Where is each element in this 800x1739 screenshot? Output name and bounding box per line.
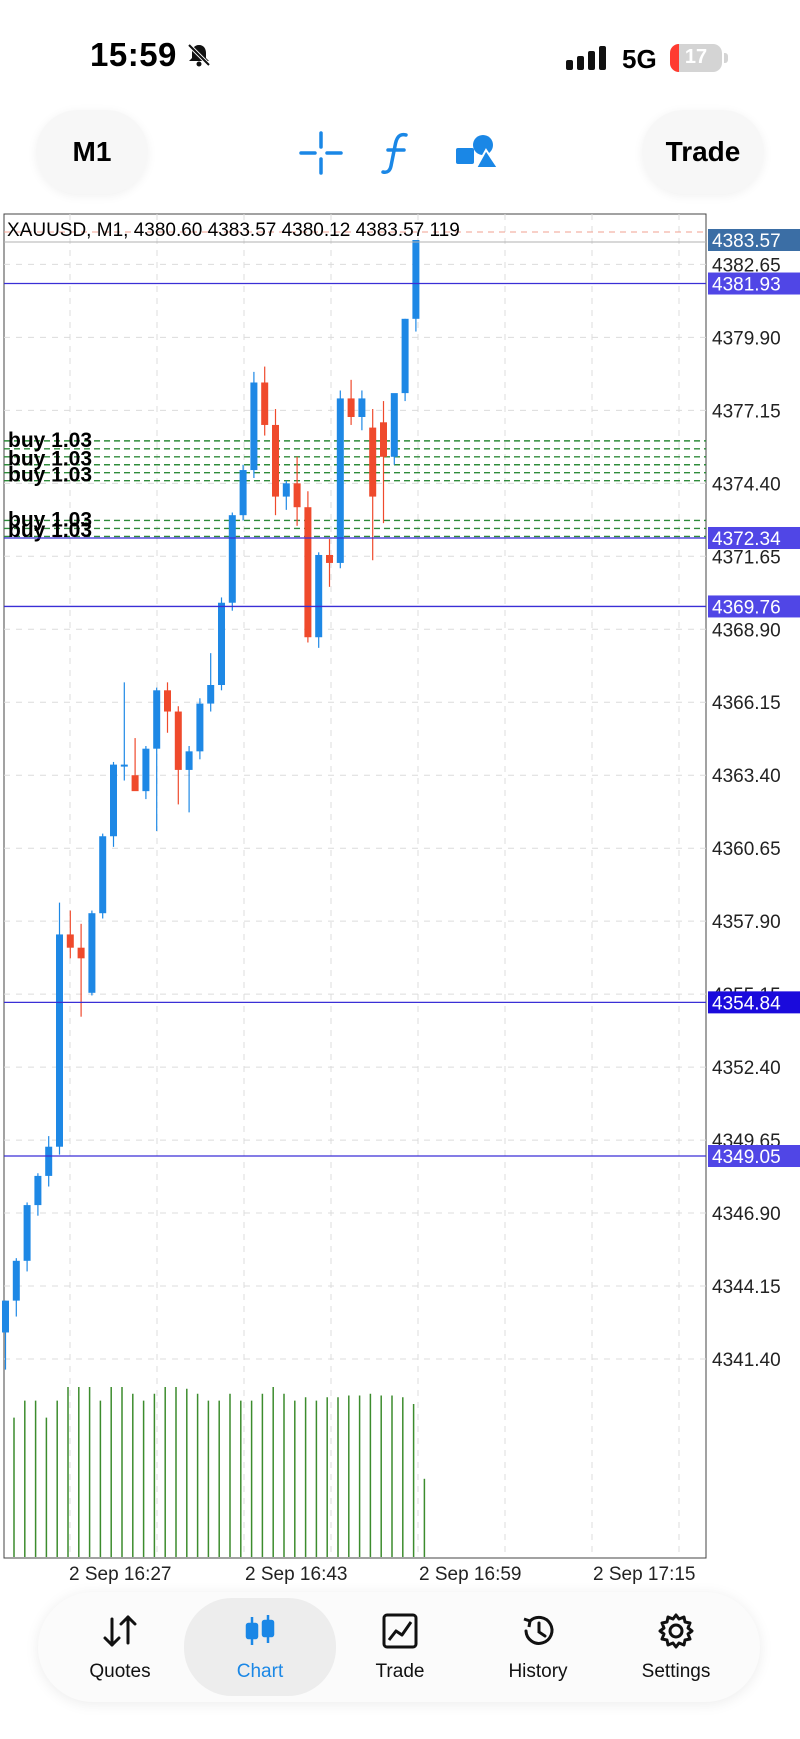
- price-tick-label: 4368.90: [712, 620, 781, 641]
- nav-trade-label: Trade: [375, 1661, 425, 1682]
- candle: [358, 398, 366, 417]
- battery-tip: [724, 53, 728, 63]
- function-icon[interactable]: [374, 128, 424, 178]
- candle: [282, 483, 290, 497]
- candle: [142, 748, 150, 792]
- nav-trade[interactable]: Trade: [330, 1592, 470, 1702]
- candle: [250, 382, 258, 471]
- candle: [174, 711, 182, 770]
- objects-icon[interactable]: [452, 128, 502, 178]
- candle: [261, 382, 269, 425]
- history-icon: [523, 1615, 554, 1645]
- candle: [207, 684, 215, 704]
- nav-quotes-label: Quotes: [89, 1661, 151, 1682]
- bottom-navigation: Quotes Chart Trade History Settings: [38, 1592, 760, 1702]
- muted-bell-icon: [187, 43, 211, 67]
- crosshair-icon[interactable]: [296, 128, 346, 178]
- candle: [347, 398, 355, 417]
- cellular-signal-icon: [566, 46, 606, 70]
- candle: [12, 1260, 20, 1301]
- candle: [315, 554, 323, 638]
- candle: [110, 764, 117, 837]
- time-tick-label: 2 Sep 16:59: [419, 1564, 521, 1585]
- candle: [164, 690, 171, 712]
- candle: [239, 470, 247, 516]
- nav-chart-label: Chart: [236, 1661, 284, 1682]
- price-chart[interactable]: buy 1.03 buy 1.03 buy 1.03 buy 1.03 buy 1.03…: [0, 210, 800, 1590]
- candle: [153, 690, 161, 749]
- gear-icon: [658, 1613, 694, 1649]
- price-tick-label: 4346.90: [712, 1204, 781, 1225]
- candle: [293, 483, 301, 508]
- price-tick-label: 4379.90: [712, 328, 781, 349]
- price-tick-label: 4344.15: [712, 1277, 781, 1298]
- candle: [390, 393, 398, 457]
- candlestick-chart[interactable]: buy 1.03buy 1.03buy 1.03buy 1.03buy 1.03…: [0, 210, 800, 1590]
- candle: [304, 507, 312, 638]
- candle: [45, 1146, 53, 1176]
- candle: [77, 947, 85, 959]
- candle: [228, 515, 236, 603]
- status-time: 15:59: [90, 36, 177, 73]
- candle: [23, 1205, 31, 1261]
- candle: [56, 934, 63, 1147]
- network-type: 5G: [622, 44, 657, 74]
- price-tick-label: 4360.65: [712, 839, 781, 860]
- candle: [185, 751, 193, 770]
- battery-level: 17: [684, 46, 708, 68]
- price-tick-label: 4352.40: [712, 1058, 781, 1079]
- order-label: buy 1.03: [8, 519, 92, 542]
- price-tick-label: 4377.15: [712, 401, 781, 422]
- arrows-updown-icon: [103, 1615, 137, 1647]
- candle: [412, 240, 420, 319]
- price-tick-label: 4363.40: [712, 766, 781, 787]
- line-price-label: 4354.84: [712, 993, 781, 1014]
- time-tick-label: 2 Sep 17:15: [593, 1564, 695, 1585]
- trade-button[interactable]: Trade: [642, 110, 764, 194]
- order-label: buy 1.03: [8, 463, 92, 486]
- line-price-label: 4372.34: [712, 529, 781, 550]
- candle: [131, 775, 139, 792]
- price-tick-label: 4374.40: [712, 474, 781, 495]
- timeframe-button[interactable]: M1: [36, 110, 148, 194]
- candle: [272, 424, 279, 497]
- candle: [196, 703, 204, 752]
- candle: [88, 913, 96, 993]
- candle: [34, 1175, 42, 1206]
- candle: [120, 764, 128, 767]
- symbol-info: XAUUSD, M1, 4380.60 4383.57 4380.12 4383…: [7, 220, 460, 241]
- nav-chart[interactable]: Chart: [184, 1598, 336, 1696]
- price-tick-label: 4366.15: [712, 693, 781, 714]
- line-price-label: 4369.76: [712, 597, 781, 618]
- line-price-label: 4383.57: [712, 231, 781, 252]
- time-tick-label: 2 Sep 16:43: [245, 1564, 347, 1585]
- status-bar: 15:59 5G 17: [0, 0, 800, 110]
- line-price-label: 4349.05: [712, 1147, 781, 1168]
- price-tick-label: 4357.90: [712, 912, 781, 933]
- nav-settings-label: Settings: [641, 1661, 711, 1682]
- line-price-label: 4381.93: [712, 275, 781, 296]
- candle: [99, 836, 107, 914]
- plot-frame: [3, 213, 707, 1559]
- candle: [218, 602, 225, 685]
- candle: [401, 318, 409, 394]
- battery-icon: 17: [670, 44, 722, 72]
- price-tick-label: 4371.65: [712, 547, 781, 568]
- candle: [326, 554, 333, 563]
- time-tick-label: 2 Sep 16:27: [69, 1564, 171, 1585]
- nav-history-label: History: [508, 1661, 568, 1682]
- nav-settings[interactable]: Settings: [606, 1592, 746, 1702]
- nav-quotes[interactable]: Quotes: [50, 1592, 190, 1702]
- candle: [2, 1300, 9, 1333]
- candles-icon: [245, 1615, 275, 1645]
- line-chart-icon: [382, 1613, 418, 1649]
- price-tick-label: 4341.40: [712, 1350, 781, 1371]
- nav-history[interactable]: History: [468, 1592, 608, 1702]
- candle: [66, 934, 74, 948]
- candle: [369, 427, 377, 497]
- candle: [380, 422, 387, 457]
